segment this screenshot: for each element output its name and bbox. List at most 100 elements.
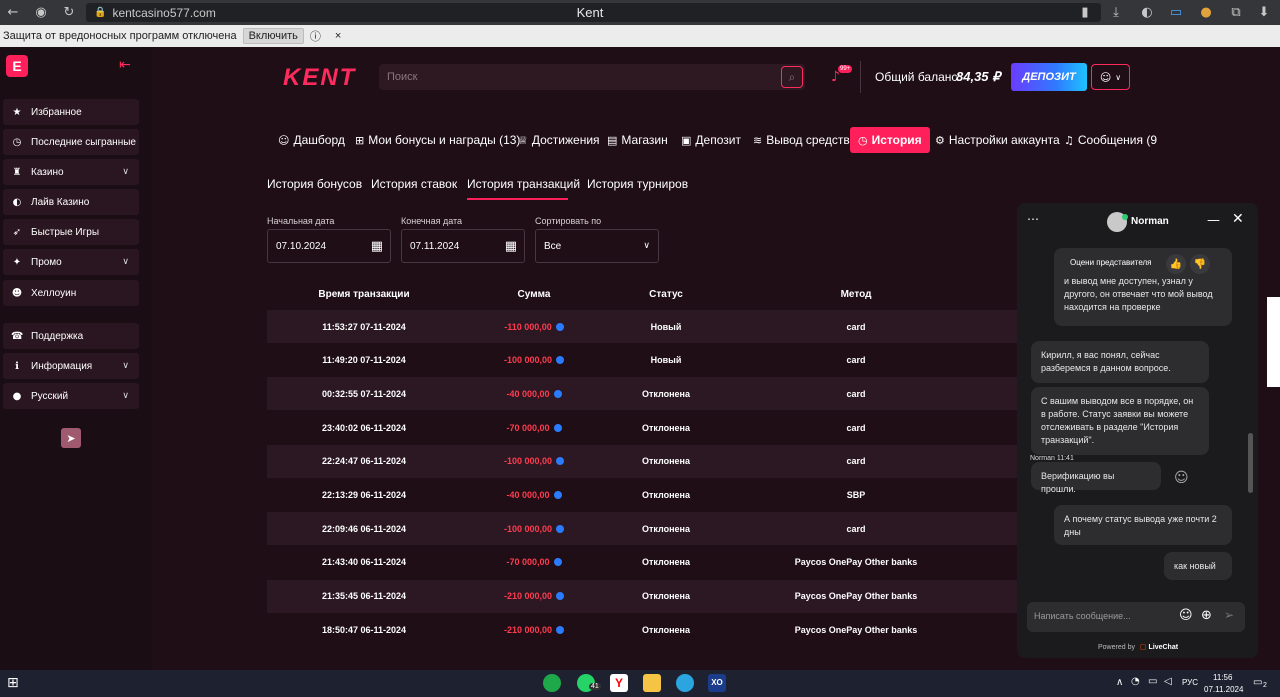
download-manager-icon[interactable]: ⬇: [1256, 4, 1272, 20]
table-cell: -70 000,00: [459, 546, 609, 579]
table-row: 21:35:45 06-11-2024 -210 000,00 Отклонена P…: [267, 579, 1017, 613]
sidebar: E ⇤ ★ Избранное ◷ Последние сыгранные ♜ Казин…: [0, 47, 152, 670]
nav-tab[interactable]: ▤ Магазин: [607, 127, 668, 153]
collections-icon[interactable]: ⧉: [1228, 4, 1244, 20]
nav-tab-icon: ▤: [607, 133, 618, 147]
app-green-icon[interactable]: [543, 674, 561, 692]
chat-input[interactable]: Написать сообщение... ☺ ⊕ ➢: [1027, 602, 1245, 632]
table-cell-text: -40 000,00: [506, 388, 550, 399]
chat-message: как новый: [1164, 552, 1232, 580]
sidebar-item[interactable]: ◐ Лайв Казино: [3, 189, 139, 215]
sidebar-item-icon: ✦: [12, 256, 22, 268]
file-explorer-icon[interactable]: [643, 674, 661, 692]
clock-date[interactable]: 07.11.2024: [1204, 685, 1243, 694]
sidebar-item-label: Поддержка: [31, 330, 84, 342]
sidebar-item-icon: ☎: [11, 330, 24, 342]
table-header: Время транзакции: [318, 289, 410, 300]
sidebar-item[interactable]: ☎ Поддержка: [3, 323, 139, 349]
sidebar-item[interactable]: ♜ Казино ∨: [3, 159, 139, 185]
xo-app-icon[interactable]: XO: [708, 674, 726, 692]
kent-logo[interactable]: KENT: [283, 64, 356, 92]
cookie-icon[interactable]: ●: [1198, 4, 1214, 20]
yandex-browser-icon[interactable]: Y: [610, 674, 628, 692]
network-icon[interactable]: ▭: [1148, 676, 1157, 687]
end-date-field[interactable]: 07.11.2024 ▦: [401, 229, 525, 263]
history-subtab[interactable]: История ставок: [371, 177, 457, 191]
table-row: 21:43:40 06-11-2024 -70 000,00 Отклонена Pa…: [267, 546, 1017, 579]
sort-label: Сортировать по: [535, 216, 602, 226]
download-icon[interactable]: ⤓: [1108, 4, 1124, 20]
sidebar-item[interactable]: ◷ Последние сыгранные: [3, 129, 139, 155]
emoji-icon[interactable]: ☺: [1179, 608, 1193, 623]
notifications-icon[interactable]: ▭: [1253, 677, 1262, 688]
history-subtab[interactable]: История транзакций: [467, 177, 580, 191]
infobar-close-button[interactable]: ×: [335, 30, 341, 42]
table-cell-text: 18:50:47 06-11-2024: [321, 624, 407, 635]
chat-scrollbar[interactable]: [1248, 433, 1253, 493]
add-reaction-icon[interactable]: ☺: [1174, 470, 1189, 486]
table-cell: 23:40:02 06-11-2024: [279, 411, 449, 444]
history-subtab[interactable]: История турниров: [587, 177, 688, 191]
minimize-icon[interactable]: —: [1207, 213, 1220, 228]
more-options-icon[interactable]: ⋯: [1027, 212, 1039, 226]
livechat-brand[interactable]: LiveChat: [1149, 644, 1179, 651]
history-subtab[interactable]: История бонусов: [267, 177, 362, 191]
sort-value: Все: [544, 240, 562, 252]
calendar-icon[interactable]: ▦: [371, 239, 383, 254]
sidebar-logo[interactable]: E: [6, 55, 28, 77]
sidebar-item[interactable]: ● Русский ∨: [3, 383, 139, 409]
chat-input-placeholder: Написать сообщение...: [1034, 611, 1131, 621]
calendar-icon[interactable]: ▦: [505, 239, 517, 254]
windows-start-icon[interactable]: ⊞: [7, 675, 19, 691]
nav-tab-label: История: [871, 133, 922, 147]
search-input[interactable]: Поиск ⌕: [379, 64, 805, 90]
nav-tab[interactable]: ⊞ Мои бонусы и награды (13): [355, 127, 520, 153]
tray-app-icon[interactable]: ◔: [1131, 676, 1140, 687]
volume-icon[interactable]: ◁: [1164, 676, 1172, 687]
attach-icon[interactable]: ⊕: [1201, 608, 1212, 623]
telegram-icon[interactable]: ➤: [61, 428, 81, 448]
currency-icon: [556, 356, 565, 365]
nav-tab-icon: ♫: [1064, 133, 1074, 147]
wallet-icon[interactable]: ▭: [1168, 4, 1184, 20]
nav-tab[interactable]: ☺ Дашборд: [278, 127, 345, 153]
sidebar-item[interactable]: ☻ Хеллоуин: [3, 280, 139, 306]
nav-tab[interactable]: ⚙ Настройки аккаунта: [935, 127, 1060, 153]
thumbs-down-icon[interactable]: 👎: [1190, 254, 1210, 274]
sidebar-item-label: Последние сыгранные: [31, 136, 136, 148]
nav-tab[interactable]: ≋ Вывод средств: [753, 127, 850, 153]
user-menu-button[interactable]: ☺ ∨: [1091, 64, 1130, 90]
nav-tab[interactable]: ◷ История: [850, 127, 930, 153]
language-indicator[interactable]: РУС: [1182, 678, 1198, 687]
extension-icon[interactable]: ◐: [1139, 4, 1155, 20]
send-icon[interactable]: ➢: [1224, 608, 1234, 622]
sidebar-item[interactable]: ➶ Быстрые Игры: [3, 219, 139, 245]
enable-protection-button[interactable]: Включить: [242, 28, 304, 44]
tray-chevron-icon[interactable]: ∧: [1116, 677, 1123, 688]
chat-message: Оцени представителя 👍 👎 и вывод мне дост…: [1054, 248, 1232, 326]
deposit-button[interactable]: ДЕПОЗИТ: [1011, 63, 1087, 91]
close-icon[interactable]: ✕: [1232, 211, 1244, 227]
sidebar-item[interactable]: ℹ Информация ∨: [3, 353, 139, 379]
help-icon[interactable]: ⓘ: [310, 28, 321, 44]
clock-time[interactable]: 11:56: [1213, 673, 1232, 682]
table-cell-text: -100 000,00: [503, 523, 553, 534]
nav-tab-icon: ☺: [278, 133, 290, 147]
bookmark-icon[interactable]: ▮: [1077, 4, 1093, 20]
sort-select[interactable]: Все ∨: [535, 229, 659, 263]
sidebar-item[interactable]: ★ Избранное: [3, 99, 139, 125]
livechat-widget: ⋯ Norman — ✕ Оцени представителя 👍 👎 и в…: [1017, 203, 1258, 658]
thumbs-up-icon[interactable]: 👍: [1166, 254, 1186, 274]
nav-tab[interactable]: ♕ Достижения: [518, 127, 600, 153]
nav-tab[interactable]: ♫ Сообщения (9: [1064, 127, 1157, 153]
search-icon[interactable]: ⌕: [781, 66, 803, 88]
sidebar-item-icon: ★: [12, 106, 22, 118]
collapse-sidebar-icon[interactable]: ⇤: [119, 57, 131, 73]
table-row: 11:49:20 07-11-2024 -100 000,00 Новый card: [267, 344, 1017, 377]
telegram-icon[interactable]: [676, 674, 694, 692]
nav-tab[interactable]: ▣ Депозит: [681, 127, 741, 153]
start-date-field[interactable]: 07.10.2024 ▦: [267, 229, 391, 263]
sidebar-item-icon: ♜: [12, 166, 22, 178]
sidebar-item[interactable]: ✦ Промо ∨: [3, 249, 139, 275]
table-cell: card: [706, 445, 1006, 478]
